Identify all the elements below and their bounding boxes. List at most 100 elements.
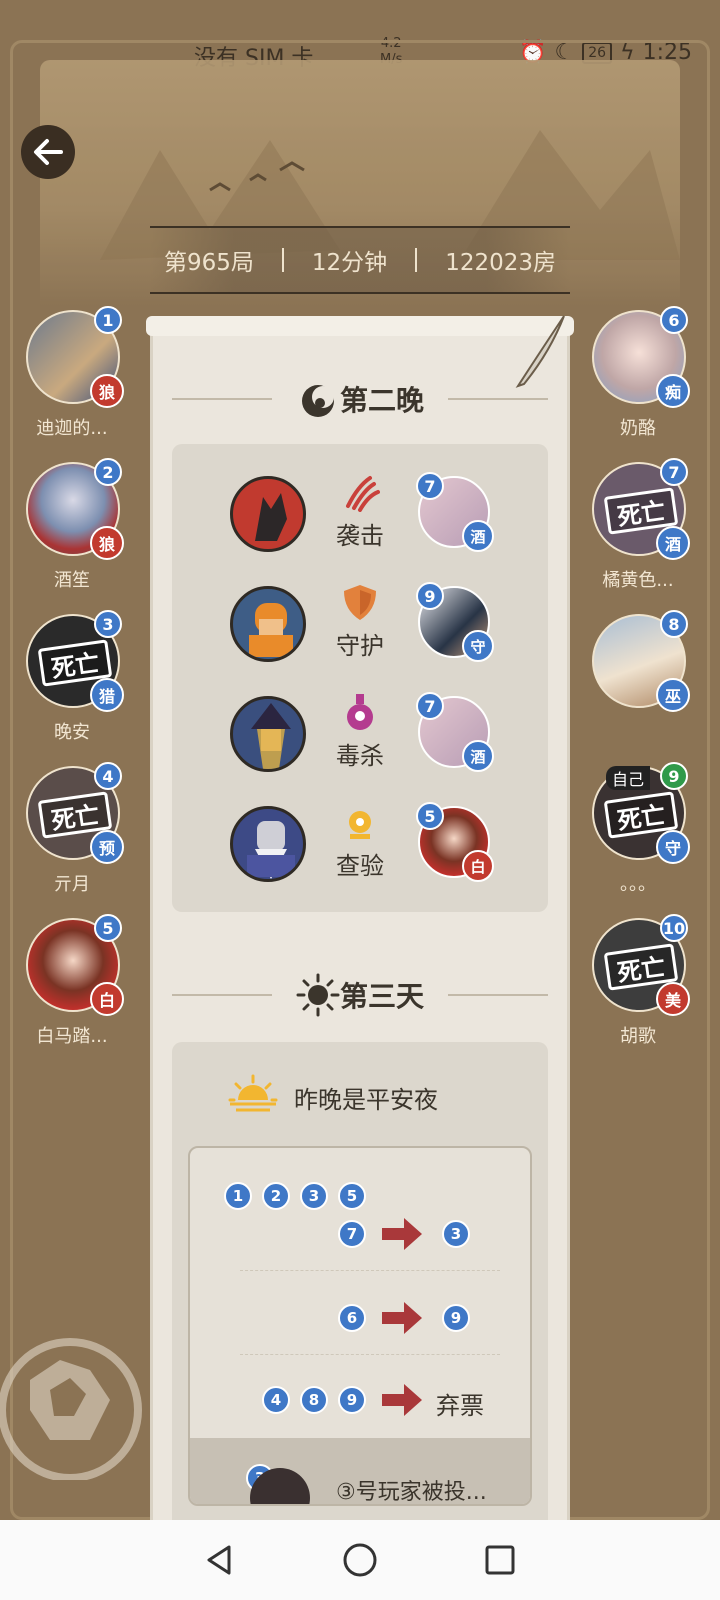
guard-role-avatar: [230, 586, 306, 662]
sunrise-icon: [228, 1074, 278, 1112]
moon-icon: [301, 385, 334, 417]
seat-number: 8: [660, 610, 688, 638]
nav-home-button[interactable]: [340, 1540, 380, 1580]
divider: [172, 994, 272, 996]
target-seat-number: 9: [416, 582, 444, 610]
role-badge: 美: [656, 982, 690, 1016]
vote-arrow-icon: [382, 1218, 422, 1250]
seat-number: 3: [94, 610, 122, 638]
vote-target-chip: 9: [442, 1304, 470, 1332]
voter-chip: 1: [224, 1182, 252, 1210]
day-phase-title: 第三天: [150, 970, 570, 1020]
claw-icon: [338, 470, 382, 514]
target-seat-number: 5: [416, 802, 444, 830]
seat-number: 2: [94, 458, 122, 486]
day-result-panel: 昨晚是平安夜 1 2 3 5 7 3 6 9 4 8 9 弃票 ③号玩家被投..…: [172, 1042, 548, 1600]
role-badge: 猎: [90, 678, 124, 712]
seer-icon: [247, 821, 295, 879]
vote-target-chip: 3: [442, 1220, 470, 1248]
role-badge: 狼: [90, 374, 124, 408]
player-seat-7[interactable]: 死亡 7 酒 橘黄色...: [590, 458, 690, 591]
player-seat-1[interactable]: 1 狼 迪迦的...: [24, 306, 124, 439]
target-role-badge: 守: [462, 630, 494, 662]
vote-arrow-icon: [382, 1302, 422, 1334]
player-name: 酒笙: [54, 570, 90, 591]
seat-number: 7: [660, 458, 688, 486]
player-seat-10[interactable]: 死亡 10 美 胡歌: [590, 914, 690, 1047]
target-role-badge: 酒: [462, 740, 494, 772]
player-seat-9[interactable]: 死亡 自己 9 守 。。。: [590, 762, 690, 895]
square-recents-icon: [485, 1545, 515, 1575]
role-badge: 守: [656, 830, 690, 864]
shield-icon: [338, 580, 382, 624]
night-actions-panel: 袭击 7 酒 守护 9 守 毒杀 7 酒 查验 5 白: [172, 444, 548, 912]
role-badge: 巫: [656, 678, 690, 712]
voter-chip: 4: [262, 1386, 290, 1414]
circle-home-icon: [343, 1543, 377, 1577]
role-badge: 预: [90, 830, 124, 864]
night-title-text: 第二晚: [339, 384, 424, 417]
player-seat-4[interactable]: 死亡 4 预 亓月: [24, 762, 124, 895]
action-row-guard: 守护 9 守: [172, 582, 548, 666]
action-label: 查验: [336, 852, 384, 880]
seat-number: 6: [660, 306, 688, 334]
wolf-icon: [255, 493, 287, 541]
player-seat-2[interactable]: 2 狼 酒笙: [24, 458, 124, 591]
divider: [240, 1354, 500, 1355]
seer-role-avatar: [230, 806, 306, 882]
target-seat-number: 7: [416, 472, 444, 500]
sun-icon: [296, 973, 340, 1017]
voter-chip: 3: [300, 1182, 328, 1210]
player-seat-6[interactable]: 6 痴 奶酪: [590, 306, 690, 439]
divider: [448, 994, 548, 996]
game-record-screen: 没有 SIM 卡 4.2 M/s ⏰ ☾ 26 ϟ 1:25 第965局 12分…: [0, 0, 720, 1600]
vote-result-box: 1 2 3 5 7 3 6 9 4 8 9 弃票 3: [188, 1146, 532, 1506]
player-seat-8[interactable]: 8 巫: [590, 610, 690, 734]
player-name: 白马踏...: [36, 1026, 108, 1047]
round-number: 第965局: [164, 250, 254, 276]
werewolf-role-avatar: [230, 476, 306, 552]
target-seat-number: 7: [416, 692, 444, 720]
voter-chip: 5: [338, 1182, 366, 1210]
seat-number: 5: [94, 914, 122, 942]
witch-icon: [251, 703, 291, 769]
action-label: 毒杀: [336, 742, 384, 770]
back-button[interactable]: [21, 125, 75, 179]
night-result-text: 昨晚是平安夜: [294, 1086, 438, 1114]
voter-chip: 8: [300, 1386, 328, 1414]
vote-out-row: 3 ③号玩家被投...: [190, 1438, 530, 1505]
player-name: 迪迦的...: [36, 418, 108, 439]
voted-out-text: ③号玩家被投...: [336, 1480, 487, 1505]
target-role-badge: 酒: [462, 520, 494, 552]
player-name: 胡歌: [620, 1026, 656, 1047]
abstain-label: 弃票: [436, 1392, 484, 1420]
divider: [172, 398, 272, 400]
triangle-back-icon: [207, 1545, 231, 1575]
guard-icon: [249, 603, 293, 657]
divider: [240, 1270, 500, 1271]
player-seat-5[interactable]: 5 白 白马踏...: [24, 914, 124, 1047]
player-name: 橘黄色...: [602, 570, 674, 591]
action-label: 守护: [336, 632, 384, 660]
game-duration: 12分钟: [311, 250, 388, 276]
player-name: 奶酪: [620, 418, 656, 439]
room-number: 122023房: [445, 250, 556, 276]
nav-recents-button[interactable]: [480, 1540, 520, 1580]
voter-chip: 6: [338, 1304, 366, 1332]
action-row-poison: 毒杀 7 酒: [172, 692, 548, 776]
divider: [448, 398, 548, 400]
divider: [415, 248, 418, 272]
game-log-scroll[interactable]: 第二晚 袭击 7 酒 守护 9 守 毒杀 7 酒 查验 5 白 第三天 昨晚是平…: [146, 315, 574, 1600]
target-role-badge: 白: [462, 850, 494, 882]
voter-chip: 9: [338, 1386, 366, 1414]
seat-number: 4: [94, 762, 122, 790]
player-seat-3[interactable]: 死亡 3 猎 晚安: [24, 610, 124, 743]
action-row-check: 查验 5 白: [172, 802, 548, 886]
game-info-bar: 第965局 12分钟 122023房: [150, 226, 570, 294]
seat-number: 9: [660, 762, 688, 790]
player-name: 。。。: [620, 874, 656, 895]
nav-back-button[interactable]: [200, 1540, 240, 1580]
day-title-text: 第三天: [339, 980, 424, 1013]
werewolf-kill-logo: [0, 1338, 142, 1480]
system-nav-bar: [0, 1520, 720, 1600]
